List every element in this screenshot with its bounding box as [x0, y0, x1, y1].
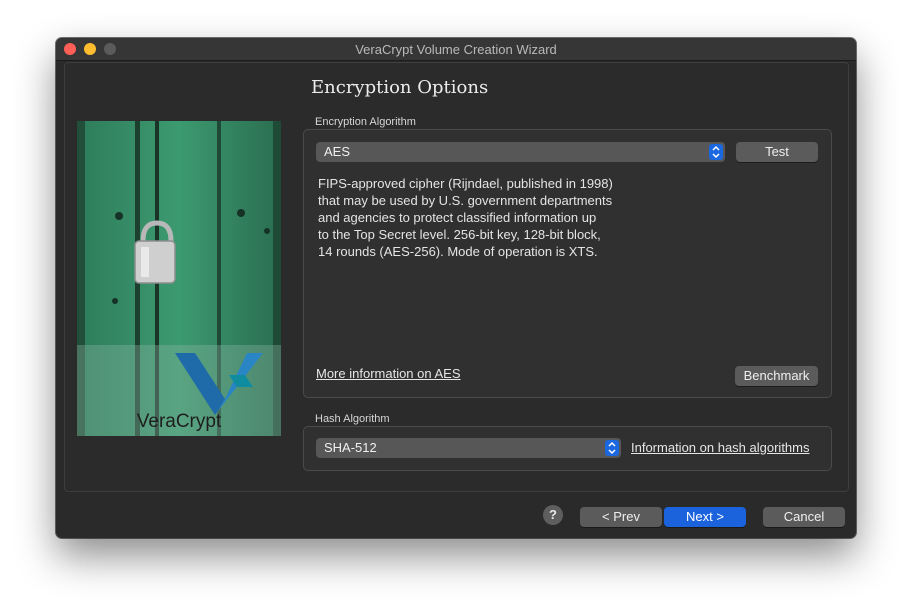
- encryption-algorithm-select[interactable]: AES: [316, 142, 725, 162]
- next-button[interactable]: Next >: [664, 507, 746, 527]
- encryption-algorithm-group: AES Test FIPS-approved cipher (Rijndael,…: [303, 129, 832, 398]
- encryption-algorithm-value: AES: [324, 144, 351, 159]
- title-bar[interactable]: VeraCrypt Volume Creation Wizard: [56, 38, 856, 61]
- more-info-aes-link[interactable]: More information on AES: [316, 366, 461, 381]
- select-chevron-icon: [709, 144, 723, 160]
- hash-algorithm-select[interactable]: SHA-512: [316, 438, 621, 458]
- hash-algorithm-value: SHA-512: [324, 440, 377, 455]
- help-button[interactable]: ?: [543, 505, 563, 525]
- algorithm-description: FIPS-approved cipher (Rijndael, publishe…: [318, 176, 613, 259]
- hash-algorithm-group: SHA-512 Information on hash algorithms: [303, 426, 832, 471]
- wizard-content: Encryption Options VeraCrypt Encryption …: [64, 62, 849, 492]
- padlock-banner-image: VeraCrypt: [77, 121, 281, 436]
- test-button[interactable]: Test: [736, 142, 818, 162]
- cancel-button[interactable]: Cancel: [763, 507, 845, 527]
- prev-button[interactable]: < Prev: [580, 507, 662, 527]
- wizard-window: VeraCrypt Volume Creation Wizard Encrypt…: [56, 38, 856, 538]
- padlock-illustration: VeraCrypt: [77, 121, 281, 436]
- veracrypt-logo-text: VeraCrypt: [137, 411, 222, 432]
- select-chevron-icon: [605, 440, 619, 456]
- hash-algorithm-label: Hash Algorithm: [315, 413, 390, 425]
- hash-info-link[interactable]: Information on hash algorithms: [631, 440, 809, 455]
- encryption-algorithm-label: Encryption Algorithm: [315, 116, 416, 128]
- window-title: VeraCrypt Volume Creation Wizard: [355, 42, 557, 57]
- page-title: Encryption Options: [311, 77, 489, 98]
- benchmark-button[interactable]: Benchmark: [735, 366, 818, 386]
